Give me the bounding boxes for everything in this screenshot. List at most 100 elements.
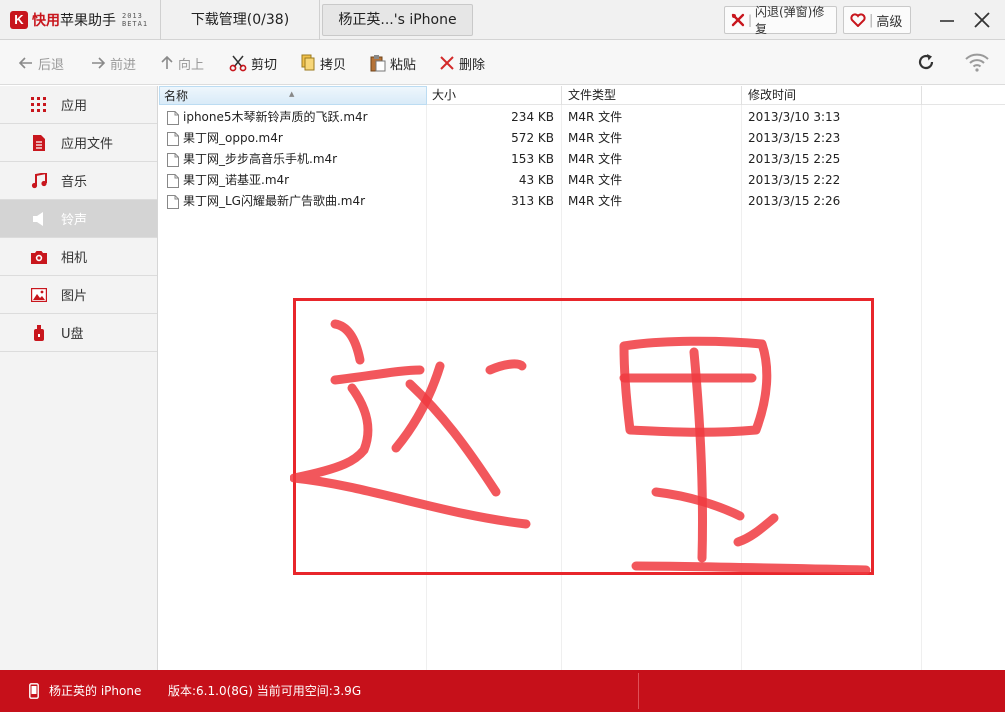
- paste-label: 粘贴: [390, 57, 417, 73]
- device-name: 杨正英的 iPhone: [49, 684, 142, 698]
- file-name: 果丁网_LG闪耀最新广告歌曲.m4r: [183, 194, 366, 208]
- crash-fix-button[interactable]: | 闪退(弹窗)修复: [724, 5, 837, 36]
- back-label: 后退: [38, 57, 65, 73]
- delete-button[interactable]: 删除: [439, 52, 485, 74]
- toolbar: 后退 前进 向上 剪切 拷贝 粘贴 删除: [0, 40, 1005, 85]
- table-row[interactable]: iphone5木琴新铃声质的飞跃.m4r 234 KB M4R 文件 2013/…: [159, 107, 1005, 128]
- cell-size: 572 KB: [511, 131, 554, 145]
- cell-type: M4R 文件: [568, 173, 623, 187]
- title-bar: K 快用苹果助手 2013 BETA1 下载管理(0/38) 杨正英...'s …: [0, 0, 1005, 40]
- document-icon: [29, 133, 49, 153]
- sidebar-item-label: 应用文件: [61, 137, 114, 152]
- cell-size: 313 KB: [511, 194, 554, 208]
- paste-button[interactable]: 粘贴: [370, 52, 416, 74]
- sidebar-item-app-files[interactable]: 应用文件: [0, 124, 157, 162]
- app-version-year: 2013: [122, 12, 143, 20]
- sidebar-item-label: 铃声: [61, 213, 88, 228]
- sidebar-item-label: 相机: [61, 251, 88, 266]
- heart-icon: [850, 13, 866, 27]
- status-divider: [638, 673, 639, 709]
- refresh-icon[interactable]: [916, 52, 936, 72]
- sidebar-item-label: 应用: [61, 99, 88, 114]
- cut-label: 剪切: [251, 57, 278, 73]
- column-header-type[interactable]: 文件类型: [564, 86, 741, 105]
- copy-icon: [301, 54, 315, 71]
- arrow-left-icon: [18, 57, 32, 69]
- sidebar-item-label: 图片: [61, 289, 88, 304]
- file-name: iphone5木琴新铃声质的飞跃.m4r: [183, 110, 368, 124]
- up-label: 向上: [178, 57, 205, 73]
- minimize-icon[interactable]: [936, 8, 958, 32]
- cell-type: M4R 文件: [568, 152, 623, 166]
- column-header-name[interactable]: 名称 ▲: [159, 86, 427, 105]
- arrow-right-icon: [92, 57, 106, 69]
- forward-button[interactable]: 前进: [90, 52, 136, 74]
- device-info: 版本:6.1.0(8G) 当前可用空间:3.9G: [168, 684, 362, 698]
- cell-name: 果丁网_诺基亚.m4r: [167, 170, 427, 191]
- wifi-icon[interactable]: [963, 50, 991, 74]
- app-version-beta: BETA1: [122, 20, 149, 28]
- handwritten-annotation: 这里: [290, 319, 871, 575]
- header-divider: [561, 86, 562, 105]
- logo-mark: K: [10, 11, 28, 29]
- cell-name: iphone5木琴新铃声质的飞跃.m4r: [167, 107, 427, 128]
- cell-modified: 2013/3/15 2:23: [748, 131, 841, 145]
- phone-icon: [29, 683, 39, 699]
- advanced-label: 高级: [876, 14, 903, 30]
- app-logo: K 快用苹果助手 2013 BETA1: [10, 9, 148, 31]
- cell-modified: 2013/3/15 2:25: [748, 152, 841, 166]
- divider: |: [869, 12, 874, 28]
- delete-label: 删除: [459, 57, 486, 73]
- file-icon: [167, 131, 179, 146]
- tab-divider: [319, 0, 320, 40]
- tab-download-manager[interactable]: 下载管理(0/38): [161, 0, 319, 40]
- cut-button[interactable]: 剪切: [229, 52, 277, 74]
- cell-name: 果丁网_oppo.m4r: [167, 128, 427, 149]
- forward-label: 前进: [110, 57, 137, 73]
- header-divider: [741, 86, 742, 105]
- clipboard-icon: [370, 55, 386, 72]
- image-icon: [29, 285, 49, 305]
- table-row[interactable]: 果丁网_诺基亚.m4r 43 KB M4R 文件 2013/3/15 2:22: [159, 170, 1005, 191]
- usb-drive-icon: [29, 323, 49, 343]
- copy-button[interactable]: 拷贝: [300, 52, 346, 74]
- file-name: 果丁网_步步高音乐手机.m4r: [183, 152, 338, 166]
- arrow-up-icon: [161, 55, 173, 69]
- sidebar-item-ringtones[interactable]: 铃声: [0, 200, 157, 238]
- cell-size: 153 KB: [511, 152, 554, 166]
- sidebar: 应用 应用文件 音乐 铃声 相机 图片 U盘: [0, 86, 158, 670]
- divider: |: [747, 13, 752, 27]
- sidebar-item-music[interactable]: 音乐: [0, 162, 157, 200]
- table-row[interactable]: 果丁网_oppo.m4r 572 KB M4R 文件 2013/3/15 2:2…: [159, 128, 1005, 149]
- close-icon[interactable]: [970, 8, 994, 32]
- table-row[interactable]: 果丁网_LG闪耀最新广告歌曲.m4r 313 KB M4R 文件 2013/3/…: [159, 191, 1005, 212]
- sidebar-item-apps[interactable]: 应用: [0, 86, 157, 124]
- status-bar: 杨正英的 iPhone 版本:6.1.0(8G) 当前可用空间:3.9G: [0, 670, 1005, 712]
- speaker-icon: [29, 209, 49, 229]
- sidebar-item-label: 音乐: [61, 175, 88, 190]
- header-divider: [921, 86, 922, 105]
- copy-label: 拷贝: [320, 57, 347, 73]
- advanced-button[interactable]: | 高级: [843, 6, 911, 34]
- column-header-size[interactable]: 大小: [428, 86, 561, 105]
- sidebar-item-pictures[interactable]: 图片: [0, 276, 157, 314]
- cell-modified: 2013/3/10 3:13: [748, 110, 841, 124]
- cell-size: 234 KB: [511, 110, 554, 124]
- app-name-brand: 快用: [32, 13, 60, 29]
- sidebar-item-usb[interactable]: U盘: [0, 314, 157, 352]
- column-header-modified[interactable]: 修改时间: [744, 86, 921, 105]
- file-icon: [167, 110, 179, 125]
- back-button[interactable]: 后退: [18, 52, 64, 74]
- sidebar-item-camera[interactable]: 相机: [0, 238, 157, 276]
- tab-device[interactable]: 杨正英...'s iPhone: [322, 4, 473, 36]
- sort-ascending-icon: ▲: [289, 90, 295, 98]
- file-name: 果丁网_oppo.m4r: [183, 131, 283, 145]
- cell-size: 43 KB: [518, 173, 554, 187]
- file-icon: [167, 194, 179, 209]
- app-name: 快用苹果助手: [32, 10, 116, 30]
- cell-type: M4R 文件: [568, 110, 623, 124]
- table-row[interactable]: 果丁网_步步高音乐手机.m4r 153 KB M4R 文件 2013/3/15 …: [159, 149, 1005, 170]
- file-icon: [167, 152, 179, 167]
- up-button[interactable]: 向上: [160, 52, 204, 74]
- cell-type: M4R 文件: [568, 131, 623, 145]
